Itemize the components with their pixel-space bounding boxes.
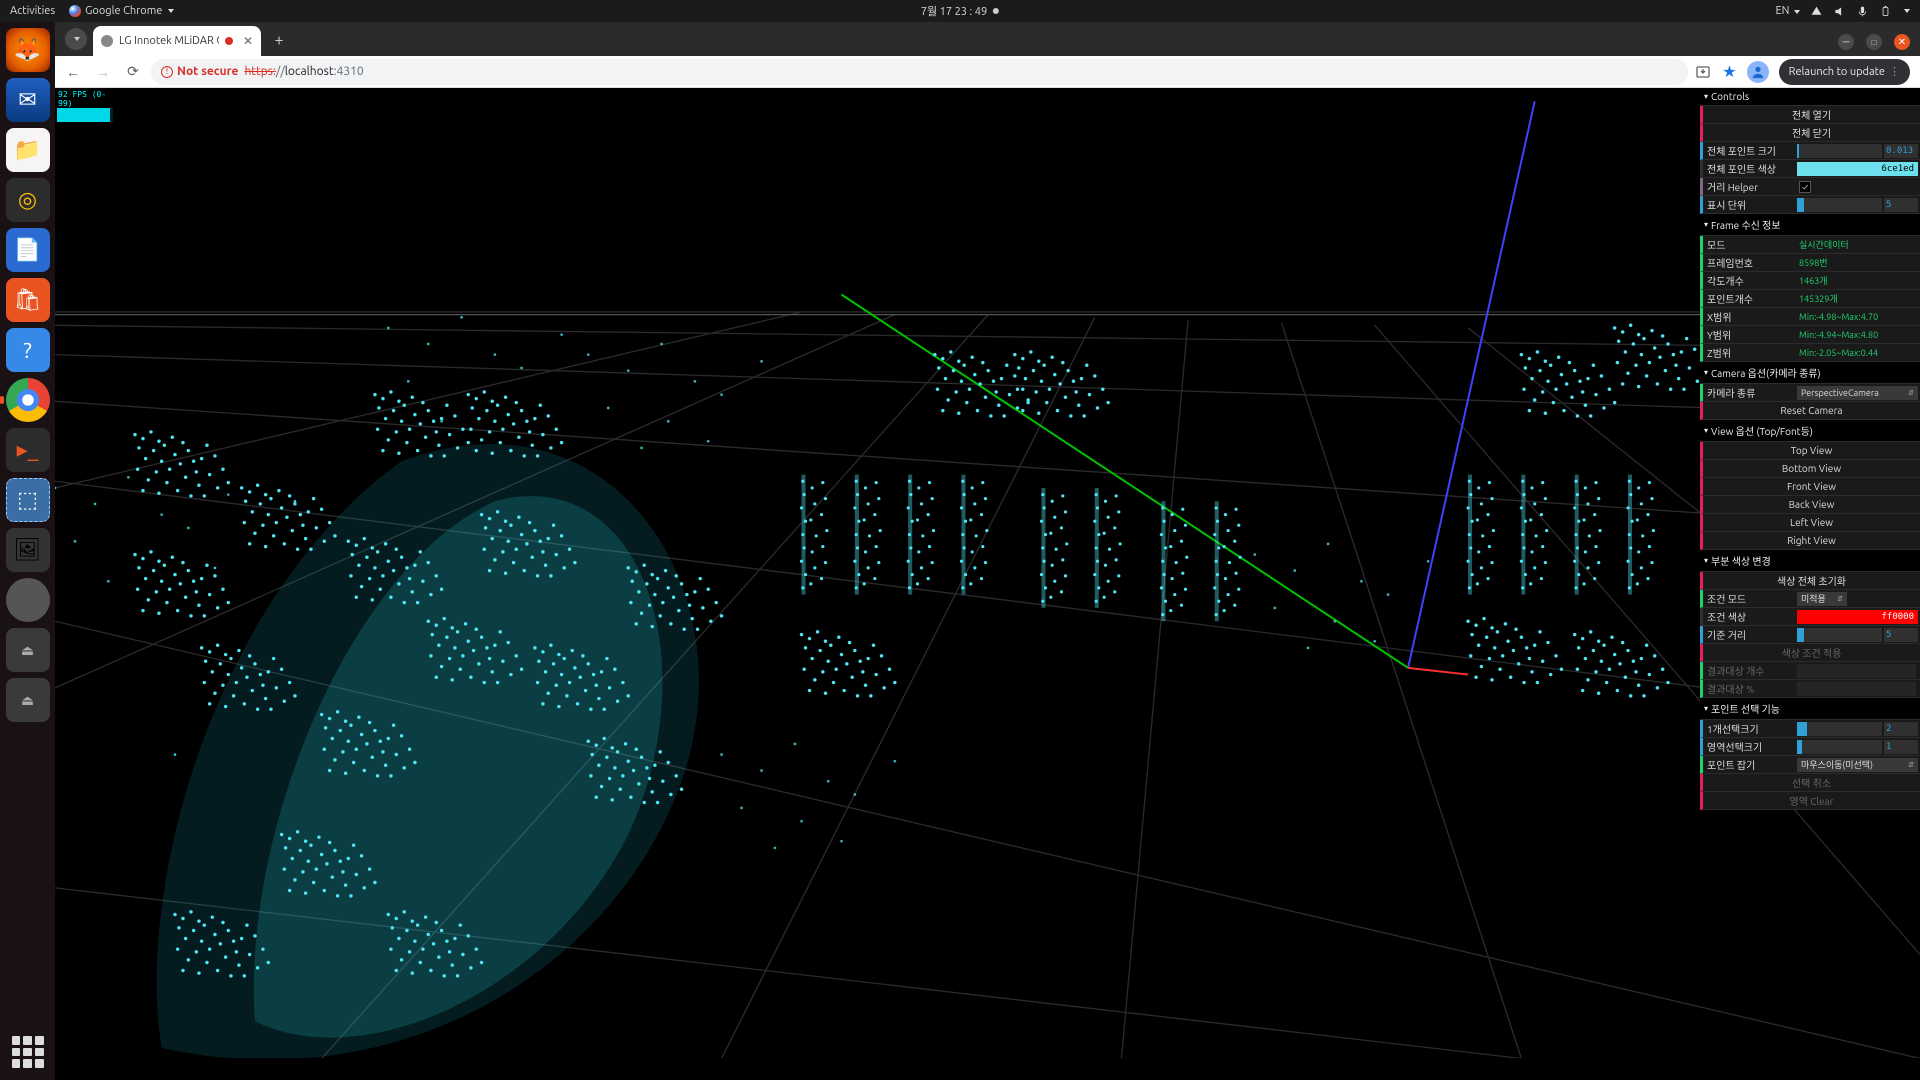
activities-button[interactable]: Activities: [10, 5, 55, 17]
result-count-row: 결과대상 개수: [1700, 662, 1920, 680]
system-menu-caret[interactable]: [1904, 9, 1910, 13]
clock[interactable]: 7월 17 23 : 49: [921, 3, 987, 19]
result-percent-row: 결과대상 %: [1700, 680, 1920, 698]
condition-mode-select[interactable]: 조건 모드 미적용⇵: [1700, 590, 1920, 608]
not-secure-icon: !: [161, 66, 173, 78]
tab-close-button[interactable]: ✕: [243, 34, 253, 48]
folder-frame-info[interactable]: ▾Frame 수신 정보: [1700, 214, 1920, 236]
favicon-icon: [101, 35, 113, 47]
network-icon[interactable]: [1810, 5, 1823, 18]
folder-camera-option[interactable]: ▾Camera 옵션(카메라 종류): [1700, 362, 1920, 384]
profile-avatar[interactable]: [1747, 61, 1769, 83]
folder-controls[interactable]: ▾Controls: [1700, 88, 1920, 106]
area-select-size-slider[interactable]: 영역선택크기 1: [1700, 738, 1920, 756]
axis-x: [1408, 668, 1468, 675]
x-range-row: X범위Min:-4.98~Max:4.70: [1700, 308, 1920, 326]
gnome-top-panel: Activities Google Chrome 7월 17 23 : 49 E…: [0, 0, 1920, 22]
browser-tab[interactable]: LG Innotek MLiDAR C ✕: [93, 26, 261, 56]
relaunch-button[interactable]: Relaunch to update⋮: [1779, 59, 1910, 85]
open-all-button[interactable]: 전체 열기: [1700, 106, 1920, 124]
camera-type-select[interactable]: 카메라 종류 PerspectiveCamera⇵: [1700, 384, 1920, 402]
point-count-row: 포인트개수145329개: [1700, 290, 1920, 308]
chrome-window: LG Innotek MLiDAR C ✕ + ─ □ ✕ ← → ⟳ ! No…: [55, 22, 1920, 1080]
input-lang[interactable]: EN: [1775, 5, 1800, 17]
forward-button[interactable]: →: [91, 60, 115, 84]
apply-color-condition-button[interactable]: 색상 조건 적용: [1700, 644, 1920, 662]
tab-strip: LG Innotek MLiDAR C ✕ + ─ □ ✕: [55, 22, 1920, 56]
chevron-down-icon: [168, 9, 174, 13]
url-bar[interactable]: ! Not secure https://localhost:4310: [151, 59, 1688, 85]
right-view-button[interactable]: Right View: [1700, 532, 1920, 550]
top-view-button[interactable]: Top View: [1700, 442, 1920, 460]
left-view-button[interactable]: Left View: [1700, 514, 1920, 532]
clear-area-button[interactable]: 영역 Clear: [1700, 792, 1920, 810]
url-text: https://localhost:4310: [244, 65, 363, 78]
y-range-row: Y범위Min:-4.94~Max:4.80: [1700, 326, 1920, 344]
install-app-icon[interactable]: [1694, 63, 1712, 81]
bottom-view-button[interactable]: Bottom View: [1700, 460, 1920, 478]
point-color-swatch[interactable]: 전체 포인트 색상 6ce1ed: [1700, 160, 1920, 178]
dock-usb-1[interactable]: ⏏: [6, 628, 50, 672]
tab-title: LG Innotek MLiDAR C: [119, 35, 219, 47]
z-range-row: Z범위Min:-2.05~Max:0.44: [1700, 344, 1920, 362]
volume-icon[interactable]: [1833, 5, 1846, 18]
display-unit-slider[interactable]: 표시 단위 5: [1700, 196, 1920, 214]
chevron-updown-icon: ⇵: [1908, 389, 1914, 397]
3d-viewport[interactable]: 92 FPS (0-99) ▾Controls 전체 열기 전체 닫기 전체 포…: [55, 88, 1920, 1080]
close-all-button[interactable]: 전체 닫기: [1700, 124, 1920, 142]
new-tab-button[interactable]: +: [267, 28, 291, 52]
frame-no-row: 프레임번호8598번: [1700, 254, 1920, 272]
dock-screenshot[interactable]: ⬚: [6, 478, 50, 522]
window-close-button[interactable]: ✕: [1894, 34, 1910, 50]
dock-firefox[interactable]: 🦊: [6, 28, 50, 72]
dock-help[interactable]: ?: [6, 328, 50, 372]
cancel-selection-button[interactable]: 선택 취소: [1700, 774, 1920, 792]
security-indicator[interactable]: ! Not secure: [161, 65, 238, 78]
reload-button[interactable]: ⟳: [121, 60, 145, 84]
dock-disk[interactable]: [6, 578, 50, 622]
reference-distance-slider[interactable]: 기준 거리 5: [1700, 626, 1920, 644]
fps-counter: 92 FPS (0-99): [57, 90, 113, 122]
launcher-dock: 🦊 ✉ 📁 ◎ 📄 🛍 ? ▸_ ⬚ 🖼 ⏏ ⏏: [0, 22, 55, 1080]
single-select-size-slider[interactable]: 1개선택크기 2: [1700, 720, 1920, 738]
mode-row: 모드실시간데이터: [1700, 236, 1920, 254]
folder-point-select[interactable]: ▾포인트 선택 기능: [1700, 698, 1920, 720]
recording-icon: [225, 37, 233, 45]
tab-search-button[interactable]: [65, 28, 87, 50]
dock-files[interactable]: 📁: [6, 128, 50, 172]
control-panel: ▾Controls 전체 열기 전체 닫기 전체 포인트 크기 0.013 전체…: [1700, 88, 1920, 810]
dock-usb-2[interactable]: ⏏: [6, 678, 50, 722]
back-view-button[interactable]: Back View: [1700, 496, 1920, 514]
bookmark-star-icon[interactable]: ★: [1722, 62, 1736, 81]
distance-helper-checkbox[interactable]: 거리 Helper ✓: [1700, 178, 1920, 196]
folder-color-change[interactable]: ▾부분 색상 변경: [1700, 550, 1920, 572]
notification-dot-icon: [993, 8, 999, 14]
condition-color-swatch[interactable]: 조건 색상 ff0000: [1700, 608, 1920, 626]
show-applications[interactable]: [12, 1036, 44, 1068]
reset-camera-button[interactable]: Reset Camera: [1700, 402, 1920, 420]
reset-all-colors-button[interactable]: 색상 전체 초기화: [1700, 572, 1920, 590]
dock-thunderbird[interactable]: ✉: [6, 78, 50, 122]
current-app-menu[interactable]: Google Chrome: [69, 5, 174, 17]
folder-view-option[interactable]: ▾View 옵션 (Top/Font등): [1700, 420, 1920, 442]
dock-writer[interactable]: 📄: [6, 228, 50, 272]
window-maximize-button[interactable]: □: [1866, 34, 1882, 50]
dock-image-viewer[interactable]: 🖼: [6, 528, 50, 572]
dock-terminal[interactable]: ▸_: [6, 428, 50, 472]
angle-count-row: 각도개수1463개: [1700, 272, 1920, 290]
browser-toolbar: ← → ⟳ ! Not secure https://localhost:431…: [55, 56, 1920, 88]
window-minimize-button[interactable]: ─: [1838, 34, 1854, 50]
back-button[interactable]: ←: [61, 60, 85, 84]
pointcloud-canvas: [55, 88, 1920, 1058]
mic-icon[interactable]: [1856, 5, 1869, 18]
axis-z: [842, 295, 1409, 668]
power-icon[interactable]: [1879, 5, 1892, 18]
point-size-slider[interactable]: 전체 포인트 크기 0.013: [1700, 142, 1920, 160]
front-view-button[interactable]: Front View: [1700, 478, 1920, 496]
point-grip-select[interactable]: 포인트 잡기 마우스이동(미선택)⇵: [1700, 756, 1920, 774]
dock-chrome[interactable]: [6, 378, 50, 422]
dock-rhythmbox[interactable]: ◎: [6, 178, 50, 222]
check-icon: ✓: [1799, 181, 1811, 193]
dock-software[interactable]: 🛍: [6, 278, 50, 322]
